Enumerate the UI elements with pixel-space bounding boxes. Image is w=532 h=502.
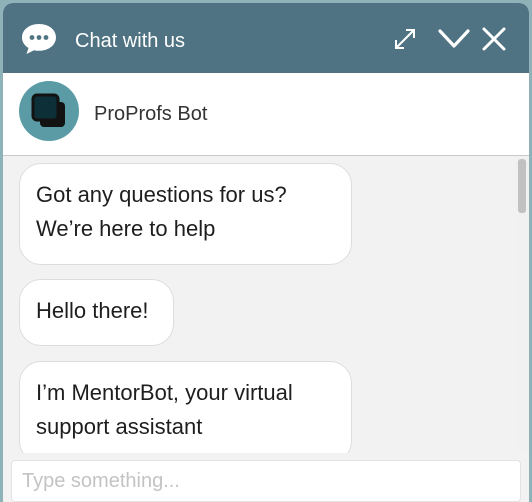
close-button[interactable] <box>480 25 508 53</box>
chat-title: Chat with us <box>75 30 186 52</box>
bot-message: Got any questions for us? We’re here to … <box>19 163 352 265</box>
message-line: Hello there! <box>36 298 149 323</box>
message-scrollbar[interactable] <box>515 156 529 453</box>
expand-icon <box>395 29 415 49</box>
bot-name: ProProfs Bot <box>94 103 208 125</box>
bot-info-bar: ProProfs Bot <box>3 73 529 156</box>
chat-widget: Chat with us ProProfs Bot Got any questi… <box>3 3 529 502</box>
minimize-button[interactable] <box>437 25 471 53</box>
bot-message: I’m MentorBot, your virtual support assi… <box>19 361 352 453</box>
bot-message: Hello there! <box>19 279 174 346</box>
message-line: support assistant <box>36 414 203 439</box>
chevron-down-icon <box>438 29 470 48</box>
message-list[interactable]: Got any questions for us? We’re here to … <box>3 156 529 453</box>
expand-button[interactable] <box>391 25 419 53</box>
message-line: Got any questions for us? <box>36 182 287 207</box>
chat-header: Chat with us <box>3 3 529 73</box>
message-line: We’re here to help <box>36 216 216 241</box>
message-line: I’m MentorBot, your virtual <box>36 380 293 405</box>
bot-avatar <box>19 81 79 141</box>
close-icon <box>482 27 506 51</box>
overlapping-squares-icon <box>31 93 65 127</box>
composer <box>3 453 529 502</box>
scrollbar-thumb[interactable] <box>518 159 526 213</box>
chat-bubble-icon <box>21 22 57 56</box>
message-input[interactable] <box>11 460 521 502</box>
